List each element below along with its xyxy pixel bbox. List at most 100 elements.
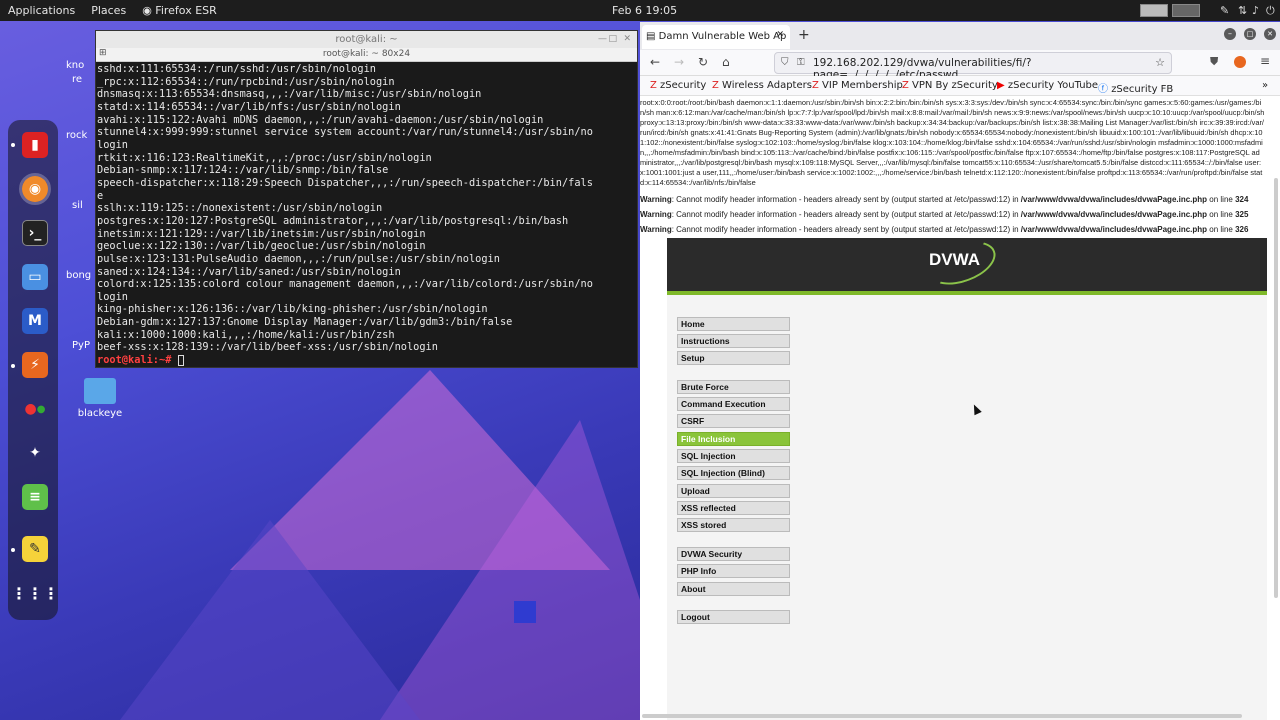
network-icon[interactable]: ⇅ [1238,4,1247,17]
terminal-line: geoclue:x:122:130::/var/lib/geoclue:/usr… [97,240,426,253]
bookmark-facebook[interactable]: ⓕ zSecurity FB [1098,80,1173,95]
warning-line: 326 [1235,225,1249,234]
files-icon[interactable]: ▭ [22,264,48,290]
bookmark-wireless-adapters[interactable]: Z Wireless Adapters [712,80,812,91]
terminal-emulator-icon[interactable]: ▮ [22,132,48,158]
firefox-window[interactable]: ▤ Damn Vulnerable Web Ap ✕ + – □ ✕ ← → ↻… [640,22,1280,720]
passwd-output: root:x:0:0:root:/root:/bin/bash daemon:x… [640,98,1265,187]
warning-label: Warning [640,225,672,234]
bookmark-youtube[interactable]: ▶ zSecurity YouTube [997,80,1098,91]
burpsuite-icon[interactable]: ⚡ [22,352,48,378]
menu-item-file-inclusion[interactable]: File Inclusion [677,432,790,446]
notes-icon[interactable]: ✎ [22,536,48,562]
menu-item-instructions[interactable]: Instructions [677,334,790,348]
bookmark-zsecurity[interactable]: Z zSecurity [650,80,706,91]
desktop-icon-sil[interactable]: sil [72,200,94,211]
desktop-icon-pyp[interactable]: PyP [72,340,94,351]
menu-item-sql-injection[interactable]: SQL Injection [677,449,790,463]
terminal-prompt-line[interactable]: root@kali:~# [97,354,637,367]
menu-item-setup[interactable]: Setup [677,351,790,365]
terminal-line: Debian-snmp:x:117:124::/var/lib/snmp:/bi… [97,164,389,177]
pocket-icon[interactable]: ⛊ [1210,55,1218,69]
workspace-1-icon[interactable] [1140,4,1168,17]
bookmarks-overflow-icon[interactable]: » [1262,80,1268,91]
desktop-icon-re[interactable]: re [72,74,94,85]
facebook-icon: ⓕ [1098,84,1112,95]
firefox-icon: ◉ [142,4,156,17]
menu-item-csrf[interactable]: CSRF [677,414,790,428]
menu-item-php-info[interactable]: PHP Info [677,564,790,578]
shield-icon[interactable]: ⛉ [781,57,789,68]
maximize-icon[interactable]: □ [1244,28,1256,40]
terminal-cursor [177,354,184,366]
back-icon[interactable]: ← [650,55,660,69]
vertical-scrollbar[interactable] [1274,178,1278,598]
forward-icon[interactable]: → [674,55,684,69]
terminal-line: avahi:x:115:122:Avahi mDNS daemon,,,:/ru… [97,113,544,126]
menu-item-sql-injection-blind[interactable]: SQL Injection (Blind) [677,466,790,480]
menu-item-upload[interactable]: Upload [677,484,790,498]
app-grid-icon[interactable]: ⋮⋮⋮ [11,580,59,606]
minimize-icon[interactable]: – [1224,28,1236,40]
volume-icon[interactable]: ♪ [1252,4,1259,17]
reload-icon[interactable]: ↻ [698,55,708,69]
terminal-line: sshd:x:111:65534::/run/sshd:/usr/sbin/no… [97,63,376,75]
terminal-titlebar[interactable]: root@kali: ~ — □ ✕ [96,31,637,48]
top-panel: Applications Places ◉ Firefox ESR Feb 6 … [0,0,1280,21]
warning-label: Warning [640,195,672,204]
horizontal-scrollbar[interactable] [642,714,1242,718]
active-app[interactable]: ◉ Firefox ESR [134,4,225,17]
metasploit-icon[interactable]: M [22,308,48,334]
maximize-icon[interactable]: □ [608,31,617,48]
close-icon[interactable]: ✕ [623,31,631,48]
menu-item-command-execution[interactable]: Command Execution [677,397,790,411]
power-icon[interactable]: ⏻ [1266,4,1275,18]
warning-text: : Cannot modify header information - hea… [671,225,1021,234]
terminal-line: statd:x:114:65534::/var/lib/nfs:/usr/sbi… [97,100,401,113]
menu-item-brute-force[interactable]: Brute Force [677,380,790,394]
desktop-icon-bong[interactable]: bong [66,270,94,281]
new-tab-icon[interactable]: + [798,27,810,43]
clock[interactable]: Feb 6 19:05 [612,4,677,17]
desktop-icon-blackeye[interactable]: blackeye [70,378,130,419]
url-bar[interactable]: ⛉ ⚿ 192.168.202.129/dvwa/vulnerabilities… [774,52,1172,81]
settings-icon[interactable]: ✎ [1220,4,1229,17]
menu-item-xss-reflected[interactable]: XSS reflected [677,501,790,515]
page-info-icon[interactable]: ⚿ [797,57,805,68]
terminal-window[interactable]: root@kali: ~ — □ ✕ ⊞ root@kali: ~ 80x24 … [95,30,638,368]
menu-item-xss-stored[interactable]: XSS stored [677,518,790,532]
page-content: root:x:0:0:root:/root:/bin/bash daemon:x… [640,98,1280,720]
extension-icon[interactable] [1234,56,1246,68]
menu-item-home[interactable]: Home [677,317,790,331]
terminal-line: saned:x:124:134::/var/lib/saned:/usr/sbi… [97,265,401,278]
maltego-icon[interactable]: ● ● [22,396,48,422]
firefox-icon[interactable]: ◉ [19,173,51,205]
zsecurity-icon: Z [812,80,823,91]
tab-close-icon[interactable]: ✕ [776,30,784,40]
terminal-icon[interactable]: ›_ [22,220,48,246]
places-menu[interactable]: Places [83,4,134,17]
tab-dvwa[interactable]: ▤ Damn Vulnerable Web Ap ✕ [642,25,790,49]
text-editor-icon[interactable]: ≡ [22,484,48,510]
zsecurity-icon: Z [650,80,661,91]
bookmark-label: zSecurity [660,80,707,91]
applications-menu[interactable]: Applications [0,4,83,17]
desktop-icon-label: re [72,74,83,85]
menu-icon[interactable]: ≡ [1260,54,1270,68]
terminal-output[interactable]: sshd:x:111:65534::/run/sshd:/usr/sbin/no… [96,62,637,367]
minimize-icon[interactable]: — [598,31,607,48]
bookmark-vip-membership[interactable]: Z VIP Membership [812,80,903,91]
kali-dragon-icon[interactable]: ✦ [22,440,48,466]
terminal-title: root@kali: ~ [335,34,398,45]
desktop-icon-rock[interactable]: rock [66,130,94,141]
bookmark-vpn[interactable]: Z VPN By zSecurity [902,80,998,91]
close-icon[interactable]: ✕ [1264,28,1276,40]
menu-item-about[interactable]: About [677,582,790,596]
menu-item-logout[interactable]: Logout [677,610,790,624]
dvwa-logo: DVWA [929,250,980,269]
terminal-line: Debian-gdm:x:127:137:Gnome Display Manag… [97,316,513,329]
workspace-2-icon[interactable] [1172,4,1200,17]
home-icon[interactable]: ⌂ [722,55,730,69]
bookmark-star-icon[interactable]: ☆ [1155,56,1165,69]
menu-item-dvwa-security[interactable]: DVWA Security [677,547,790,561]
